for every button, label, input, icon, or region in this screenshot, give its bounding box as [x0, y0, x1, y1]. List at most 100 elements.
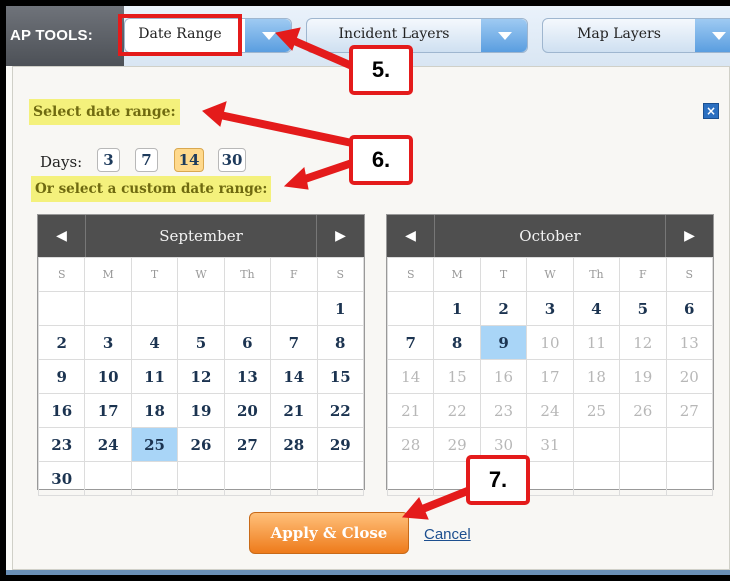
map-layers-label: Map Layers — [577, 26, 661, 42]
calendar-day[interactable]: 3 — [526, 291, 574, 326]
calendar-day[interactable]: 26 — [177, 427, 225, 462]
calendar-week-row: 123456 — [386, 291, 714, 326]
calendar-day[interactable]: 27 — [223, 427, 272, 462]
calendar-day[interactable]: 1 — [433, 291, 481, 326]
prev-month-icon[interactable]: ◀ — [387, 215, 435, 257]
days-option-3[interactable]: 3 — [97, 148, 120, 172]
calendar-week-row: 1 — [37, 291, 365, 326]
calendar-day[interactable]: 8 — [316, 325, 365, 360]
calendar-day[interactable]: 22 — [316, 393, 365, 428]
prev-month-icon[interactable]: ◀ — [38, 215, 86, 257]
next-month-icon[interactable]: ▶ — [665, 215, 713, 257]
calendar-day[interactable]: 5 — [619, 291, 667, 326]
calendar-day: 10 — [526, 325, 574, 360]
calendar-empty-cell — [572, 427, 621, 462]
calendar-day[interactable]: 24 — [84, 427, 132, 462]
calendar-empty-cell — [572, 461, 621, 496]
calendar-day: 31 — [526, 427, 574, 462]
calendar-empty-cell — [619, 461, 667, 496]
calendar-day: 20 — [665, 359, 714, 394]
days-option-7[interactable]: 7 — [135, 148, 158, 172]
calendar-day[interactable]: 9 — [479, 325, 528, 360]
incident-layers-dropdown[interactable]: Incident Layers — [306, 18, 528, 53]
calendar-day[interactable]: 7 — [386, 325, 435, 360]
calendar-empty-cell — [316, 461, 365, 496]
calendar-day[interactable]: 1 — [316, 291, 365, 326]
calendar-day[interactable]: 23 — [37, 427, 86, 462]
calendar-day[interactable]: 29 — [316, 427, 365, 462]
calendar-day[interactable]: 3 — [84, 325, 132, 360]
calendar-day: 27 — [665, 393, 714, 428]
calendar-day[interactable]: 6 — [223, 325, 272, 360]
close-icon[interactable]: × — [703, 103, 719, 119]
calendar-day[interactable]: 4 — [572, 291, 621, 326]
weekday-label: F — [619, 257, 667, 292]
calendar-day[interactable]: 8 — [433, 325, 481, 360]
weekday-label: Th — [572, 257, 621, 292]
month-title: October — [519, 227, 581, 245]
calendar-grid: S M T W Th F S 1 2 3 4 5 6 7 8 9 10 11 12 13 14 15 16 17 18 19 20 2… — [37, 257, 365, 496]
calendar-day[interactable]: 6 — [665, 291, 714, 326]
weekday-label: T — [130, 257, 179, 292]
calendar-day: 14 — [386, 359, 435, 394]
weekday-label: M — [433, 257, 481, 292]
days-option-14[interactable]: 14 — [174, 148, 204, 172]
chevron-down-icon[interactable] — [481, 19, 527, 52]
calendar-day[interactable]: 20 — [223, 393, 272, 428]
calendar-day[interactable]: 10 — [84, 359, 132, 394]
calendar-day: 16 — [479, 359, 528, 394]
bottom-bar — [6, 570, 730, 575]
map-layers-dropdown[interactable]: Map Layers — [542, 18, 730, 53]
apply-close-button[interactable]: Apply & Close — [249, 512, 409, 554]
calendar-day: 22 — [433, 393, 481, 428]
calendar-day[interactable]: 15 — [316, 359, 365, 394]
calendar-day: 23 — [479, 393, 528, 428]
calendar-day[interactable]: 25 — [130, 427, 179, 462]
weekday-label: W — [177, 257, 225, 292]
calendar-day[interactable]: 12 — [177, 359, 225, 394]
calendar-week-row: 7 8 9 10 11 12 13 — [386, 325, 714, 360]
month-title: September — [159, 227, 243, 245]
calendar-day[interactable]: 17 — [84, 393, 132, 428]
map-tools-label: AP TOOLS: — [6, 6, 124, 66]
calendar-day[interactable]: 2 — [479, 291, 528, 326]
calendar-empty-cell — [130, 461, 179, 496]
calendar-day[interactable]: 19 — [177, 393, 225, 428]
calendar-day[interactable]: 4 — [130, 325, 179, 360]
chevron-down-icon[interactable] — [695, 19, 730, 52]
calendar-week-row: 16 17 18 19 20 21 22 — [37, 393, 365, 428]
calendar-grid: S M T W Th F S 1 2 3 4 5 6 7 8 9 10 11 12 13 14 15 16 17 18 19 20 2… — [386, 257, 714, 496]
calendar-day[interactable]: 5 — [177, 325, 225, 360]
calendar-empty-cell — [619, 427, 667, 462]
calendar-empty-cell — [386, 461, 435, 496]
calendar-header: ◀ October ▶ — [387, 215, 713, 257]
calendar-empty-cell — [177, 461, 225, 496]
calendar-week-row: 23 24 25 26 27 28 29 — [37, 427, 365, 462]
calendar-day[interactable]: 28 — [270, 427, 318, 462]
weekday-label: F — [270, 257, 318, 292]
weekday-label: S — [386, 257, 435, 292]
days-option-30[interactable]: 30 — [218, 148, 246, 172]
weekday-label: S — [37, 257, 86, 292]
calendar-day[interactable]: 9 — [37, 359, 86, 394]
calendar-day[interactable]: 14 — [270, 359, 318, 394]
calendar-empty-cell — [37, 291, 86, 326]
calendar-empty-cell — [177, 291, 225, 326]
calendar-october: ◀ October ▶ S M T W Th F S 1 2 3 4 5 6 7 8 9 10 11 12 13 14 1… — [386, 214, 714, 496]
days-label: Days: — [40, 153, 83, 171]
chevron-down-icon[interactable] — [245, 19, 291, 52]
calendar-week-row — [386, 461, 714, 496]
calendar-day[interactable]: 7 — [270, 325, 318, 360]
calendar-day[interactable]: 30 — [37, 461, 86, 496]
next-month-icon[interactable]: ▶ — [316, 215, 364, 257]
calendar-day[interactable]: 13 — [223, 359, 272, 394]
calendar-day[interactable]: 21 — [270, 393, 318, 428]
calendar-day[interactable]: 2 — [37, 325, 86, 360]
weekday-label: S — [665, 257, 714, 292]
calendar-week-row: 28 29 30 31 — [386, 427, 714, 462]
calendar-day[interactable]: 16 — [37, 393, 86, 428]
calendar-day[interactable]: 18 — [130, 393, 179, 428]
calendar-day[interactable]: 11 — [130, 359, 179, 394]
cancel-link[interactable]: Cancel — [424, 526, 471, 543]
calendar-header: ◀ September ▶ — [38, 215, 364, 257]
